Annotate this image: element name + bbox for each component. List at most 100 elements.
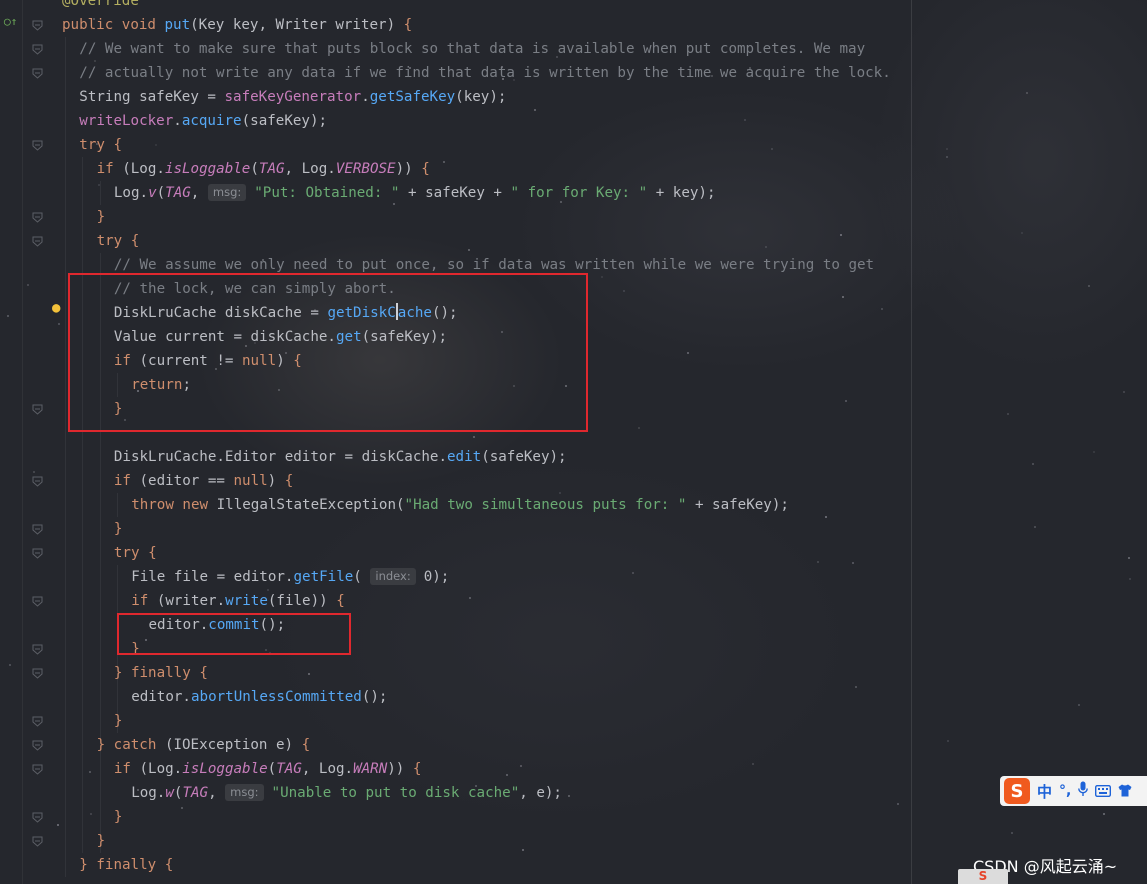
code-token: {: [113, 137, 123, 153]
lightbulb-icon[interactable]: ●: [52, 300, 60, 316]
code-line: // We want to make sure that puts block …: [62, 37, 865, 61]
code-token: (writer.: [156, 593, 226, 609]
code-token: )): [387, 761, 413, 777]
code-token: TAG: [182, 785, 209, 801]
code-line: Log.w(TAG, msg: "Unable to put to disk ca…: [62, 781, 562, 805]
fold-toggle-icon[interactable]: [32, 812, 43, 823]
highlight-box-disk-cache: [68, 273, 588, 432]
fold-toggle-icon[interactable]: [32, 236, 43, 247]
fold-toggle-icon[interactable]: [32, 716, 43, 727]
code-token: (: [267, 761, 277, 777]
code-token: )): [395, 161, 422, 177]
code-token: getSafeKey: [369, 89, 456, 105]
shirt-icon[interactable]: [1118, 782, 1132, 801]
code-token: }: [113, 713, 123, 729]
code-token: {: [130, 233, 140, 249]
code-token: " for for Key: ": [510, 185, 648, 201]
code-token: {: [199, 665, 208, 681]
code-editor[interactable]: ◯↑ ● @Override public void put(Key key, W…: [0, 0, 1147, 884]
code-token: ): [267, 473, 285, 489]
parameter-hint: index:: [370, 568, 416, 585]
star-dot: [1103, 813, 1105, 815]
code-token: // actually not write any data if we fin…: [79, 65, 891, 81]
code-token: (safeKey);: [241, 113, 328, 129]
star-dot: [845, 400, 847, 402]
star-dot: [1088, 285, 1090, 287]
star-dot: [1123, 391, 1125, 393]
code-token: {: [301, 737, 311, 753]
code-token: } catch: [96, 737, 165, 753]
fold-toggle-icon[interactable]: [32, 596, 43, 607]
code-line: }: [62, 829, 106, 853]
code-token: abortUnlessCommitted: [190, 689, 362, 705]
fold-toggle-icon[interactable]: [32, 764, 43, 775]
code-token: } finally: [113, 665, 200, 681]
microphone-icon[interactable]: [1078, 781, 1089, 801]
star-dot: [771, 148, 773, 150]
keyboard-icon[interactable]: [1095, 782, 1112, 801]
code-token: (file)): [267, 593, 337, 609]
fold-toggle-icon[interactable]: [32, 524, 43, 535]
code-token: (: [250, 161, 259, 177]
fold-toggle-icon[interactable]: [32, 740, 43, 751]
star-dot: [1078, 704, 1080, 706]
code-token: .: [173, 113, 182, 129]
code-token: TAG: [258, 161, 285, 177]
code-line: editor.abortUnlessCommitted();: [62, 685, 387, 709]
star-dot: [1128, 557, 1130, 559]
override-implementation-icon[interactable]: ◯↑: [4, 15, 17, 28]
code-token: writeLocker: [79, 113, 174, 129]
code-token: }: [113, 521, 123, 537]
fold-toggle-icon[interactable]: [32, 644, 43, 655]
star-dot: [897, 803, 899, 805]
fold-toggle-icon[interactable]: [32, 212, 43, 223]
code-token: .: [361, 89, 370, 105]
star-dot: [1129, 578, 1131, 580]
ime-mode-chinese[interactable]: 中: [1037, 781, 1052, 802]
star-dot: [469, 597, 471, 599]
star-dot: [1026, 92, 1028, 94]
star-dot: [468, 249, 470, 251]
star-dot: [752, 763, 754, 765]
code-token: write: [225, 593, 268, 609]
code-token: isLoggable: [182, 761, 268, 777]
sogou-logo[interactable]: S: [1004, 778, 1030, 804]
star-dot: [58, 323, 60, 325]
code-token: acquire: [181, 113, 242, 129]
code-token: WARN: [353, 761, 388, 777]
fold-toggle-icon[interactable]: [32, 140, 43, 151]
code-token: + safeKey +: [399, 185, 511, 201]
star-dot: [855, 686, 857, 688]
fold-toggle-icon[interactable]: [32, 668, 43, 679]
code-token: // We want to make sure that puts block …: [79, 41, 866, 57]
star-dot: [1034, 526, 1036, 528]
code-token: {: [164, 857, 174, 873]
fold-toggle-icon[interactable]: [32, 68, 43, 79]
fold-toggle-icon[interactable]: [32, 20, 43, 31]
ime-punctuation[interactable]: °,: [1059, 783, 1071, 799]
code-token: DiskLruCache.Editor editor = diskCache.: [113, 449, 448, 465]
fold-toggle-icon[interactable]: [32, 548, 43, 559]
star-dot: [623, 290, 625, 292]
star-dot: [1021, 232, 1023, 234]
star-dot: [765, 246, 767, 248]
code-token: (: [156, 185, 166, 201]
code-line: String safeKey = safeKeyGenerator.getSaf…: [62, 85, 506, 109]
code-line: File file = editor.getFile( index: 0);: [62, 565, 449, 589]
star-dot: [7, 315, 9, 317]
code-token: , e);: [519, 785, 562, 801]
star-dot: [155, 144, 157, 146]
code-token: (: [353, 569, 371, 585]
fold-toggle-icon[interactable]: [32, 404, 43, 415]
ime-toolbar[interactable]: S 中 °,: [1000, 776, 1147, 806]
code-token: + safeKey);: [686, 497, 789, 513]
code-token: try: [96, 233, 131, 249]
highlight-box-commit: [117, 613, 351, 655]
fold-toggle-icon[interactable]: [32, 476, 43, 487]
code-token: // We assume we only need to put once, s…: [113, 257, 875, 273]
fold-toggle-icon[interactable]: [32, 836, 43, 847]
star-dot: [443, 161, 445, 163]
fold-toggle-icon[interactable]: [32, 44, 43, 55]
code-token: try: [113, 545, 149, 561]
star-dot: [687, 352, 689, 354]
